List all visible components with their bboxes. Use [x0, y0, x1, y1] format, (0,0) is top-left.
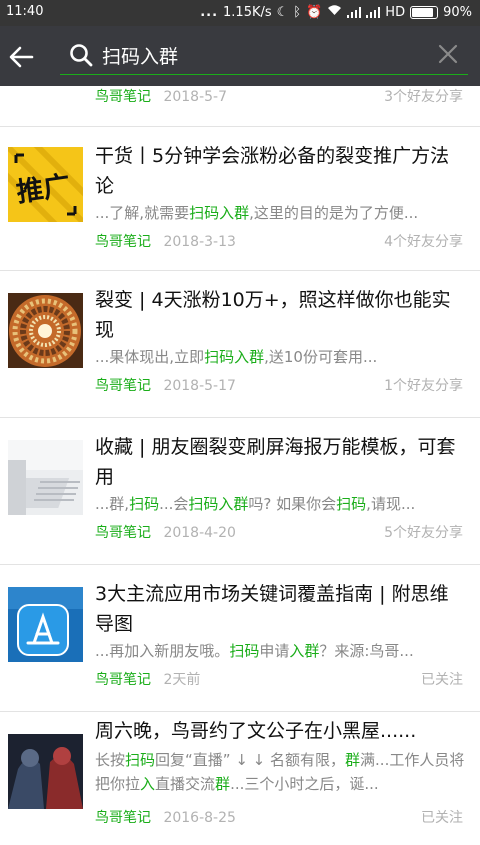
snippet-text: ...会 — [159, 495, 189, 513]
keyword-highlight: 扫码 — [129, 495, 160, 513]
article-title: 周六晚，鸟哥约了文公子在小黑屋...... — [95, 720, 417, 742]
snippet-text: 长按 — [95, 751, 126, 769]
snippet-text: ,请现... — [366, 495, 416, 513]
signal-icon — [347, 6, 362, 18]
network-type: HD — [385, 4, 406, 20]
list-item[interactable]: 收藏 | 朋友圈裂变刷屏海报万能模板，可套用 ...群,扫码...会扫码入群吗?… — [0, 418, 480, 565]
keyword-highlight: 入 — [140, 775, 156, 793]
search-query: 扫码入群 — [102, 46, 179, 68]
article-title: 干货丨5分钟学会涨粉必备的裂变推广方法论 — [95, 145, 450, 197]
keyword-highlight: 扫码 — [125, 751, 156, 769]
snippet-text: 直播交流 — [155, 775, 216, 793]
article-snippet: ...了解,就需要扫码入群,这里的目的是为了方便... — [95, 201, 465, 225]
signal-icon-2 — [366, 6, 381, 18]
battery-level: 90% — [443, 4, 472, 20]
keyword-highlight: 群 — [215, 775, 231, 793]
account-name[interactable]: 鸟哥笔记 — [95, 672, 151, 688]
search-icon — [70, 44, 93, 67]
thumbnail-image — [8, 587, 83, 662]
article-snippet: ...群,扫码...会扫码入群吗? 如果你会扫码,请现... — [95, 492, 465, 516]
friend-share-count: 5个好友分享 — [384, 525, 463, 541]
snippet-text: 吗? 如果你会 — [248, 495, 337, 513]
list-item[interactable]: 3大主流应用市场关键词覆盖指南 | 附思维导图 ...再加入新朋友哦。扫码申请入… — [0, 565, 480, 712]
back-button[interactable] — [6, 42, 36, 72]
publish-date: 2016-8-25 — [163, 810, 236, 826]
snippet-text: ,这里的目的是为了方便... — [249, 204, 419, 222]
publish-date: 2018-5-7 — [163, 89, 227, 105]
publish-date: 2018-5-17 — [163, 378, 236, 394]
article-snippet: ...果体现出,立即扫码入群,送10份可套用... — [95, 345, 465, 369]
search-results-list: 鸟哥笔记 2018-5-7 3个好友分享 推广 干货丨5分钟学会涨粉必备的裂变推… — [0, 86, 480, 845]
thumbnail-image — [8, 440, 83, 515]
thumbnail-image — [8, 734, 83, 809]
thumbnail-image: 推广 — [8, 147, 83, 222]
account-name[interactable]: 鸟哥笔记 — [95, 89, 151, 105]
thumbnail-art — [8, 440, 83, 515]
status-icons: ... 1.15K/s ☾ ᛒ ⏰ HD 90% — [200, 4, 472, 20]
friend-share-count: 1个好友分享 — [384, 378, 463, 394]
follow-status: 已关注 — [421, 810, 463, 826]
search-header: 扫码入群 — [0, 26, 480, 86]
moon-icon: ☾ — [276, 4, 289, 20]
status-time: 11:40 — [6, 4, 44, 19]
snippet-text: ...群, — [95, 495, 130, 513]
notification-dots: ... — [200, 4, 219, 20]
item-meta: 鸟哥笔记 2018-4-20 5个好友分享 — [95, 522, 463, 542]
snippet-text: ...果体现出,立即 — [95, 348, 205, 366]
item-meta: 鸟哥笔记 2018-5-7 3个好友分享 — [95, 86, 463, 106]
keyword-highlight: 扫码 — [336, 495, 367, 513]
list-item[interactable]: 裂变 | 4天涨粉10万+，照这样做你也能实现 ...果体现出,立即扫码入群,送… — [0, 271, 480, 418]
item-meta: 鸟哥笔记 2018-5-17 1个好友分享 — [95, 375, 463, 395]
snippet-text: ？来源:鸟哥... — [319, 642, 414, 660]
keyword-highlight: 扫码 — [229, 642, 260, 660]
thumbnail-image — [8, 293, 83, 368]
keyword-highlight: 群 — [345, 751, 361, 769]
list-item[interactable]: 推广 干货丨5分钟学会涨粉必备的裂变推广方法论 ...了解,就需要扫码入群,这里… — [0, 127, 480, 271]
publish-date: 2018-3-13 — [163, 234, 236, 250]
thumbnail-art — [8, 734, 83, 809]
item-meta: 鸟哥笔记 2天前 已关注 — [95, 669, 463, 689]
snippet-text: ...再加入新朋友哦。 — [95, 642, 230, 660]
keyword-highlight: 扫码入群 — [204, 348, 265, 366]
article-title: 裂变 | 4天涨粉10万+，照这样做你也能实现 — [95, 289, 451, 341]
article-title: 3大主流应用市场关键词覆盖指南 | 附思维导图 — [95, 583, 449, 635]
thumbnail-label: 推广 — [14, 170, 73, 209]
article-title: 收藏 | 朋友圈裂变刷屏海报万能模板，可套用 — [95, 436, 456, 488]
search-input[interactable]: 扫码入群 — [60, 36, 468, 75]
keyword-highlight: 扫码入群 — [188, 495, 249, 513]
battery-icon — [410, 5, 439, 19]
snippet-text: ,送10份可套用... — [264, 348, 378, 366]
snippet-text: 回复“直播” ↓ ↓ 名额有限， — [155, 751, 346, 769]
snippet-text: 申请 — [259, 642, 290, 660]
account-name[interactable]: 鸟哥笔记 — [95, 234, 151, 250]
account-name[interactable]: 鸟哥笔记 — [95, 810, 151, 826]
friend-share-count: 4个好友分享 — [384, 234, 463, 250]
snippet-text: ...了解,就需要 — [95, 204, 190, 222]
item-meta: 鸟哥笔记 2018-3-13 4个好友分享 — [95, 231, 463, 251]
account-name[interactable]: 鸟哥笔记 — [95, 378, 151, 394]
snippet-text: ...三个小时之后，诞... — [230, 775, 379, 793]
thumbnail-art — [8, 293, 83, 368]
item-meta: 鸟哥笔记 2016-8-25 已关注 — [95, 807, 463, 827]
publish-date: 2天前 — [163, 672, 201, 688]
wifi-icon — [327, 4, 342, 20]
bluetooth-icon: ᛒ — [293, 4, 302, 20]
list-item[interactable]: 周六晚，鸟哥约了文公子在小黑屋...... 长按扫码回复“直播” ↓ ↓ 名额有… — [0, 712, 480, 845]
publish-date: 2018-4-20 — [163, 525, 236, 541]
status-bar: 11:40 ... 1.15K/s ☾ ᛒ ⏰ HD 90% — [0, 0, 480, 26]
account-name[interactable]: 鸟哥笔记 — [95, 525, 151, 541]
article-snippet: 长按扫码回复“直播” ↓ ↓ 名额有限，群满...工作人员将把你拉入直播交流群.… — [95, 748, 465, 796]
article-snippet: ...再加入新朋友哦。扫码申请入群？来源:鸟哥... — [95, 639, 465, 663]
keyword-highlight: 扫码入群 — [189, 204, 250, 222]
follow-status: 已关注 — [421, 672, 463, 688]
clear-icon[interactable] — [436, 42, 460, 66]
list-item-partial[interactable]: 鸟哥笔记 2018-5-7 3个好友分享 — [0, 86, 480, 127]
network-speed: 1.15K/s — [223, 4, 272, 20]
friend-share-count: 3个好友分享 — [384, 89, 463, 105]
arrow-left-icon — [9, 46, 34, 68]
alarm-icon: ⏰ — [306, 4, 323, 20]
thumbnail-art — [8, 587, 83, 662]
keyword-highlight: 入群 — [289, 642, 320, 660]
